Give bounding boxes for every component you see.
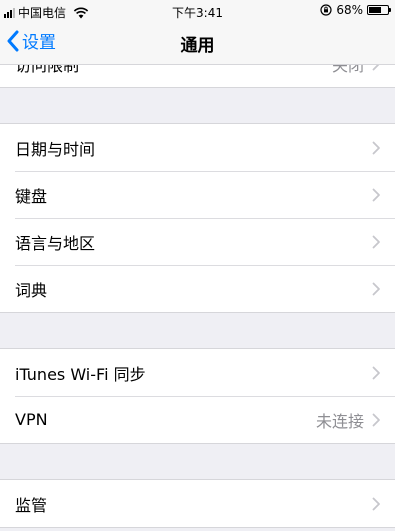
settings-list[interactable]: 访问限制 关闭 日期与时间 键盘 语言与地区 词典 iTunes Wi-Fi 同…	[0, 64, 395, 531]
chevron-right-icon	[372, 188, 380, 201]
chevron-right-icon	[372, 413, 380, 426]
status-right: 68%	[320, 3, 391, 17]
row-label: 语言与地区	[15, 233, 96, 253]
settings-row-restrictions[interactable]: 访问限制 关闭	[0, 64, 395, 87]
navigation-bar: 设置 通用	[0, 22, 395, 65]
row-label: 访问限制	[15, 64, 80, 75]
chevron-right-icon	[372, 497, 380, 510]
row-label: 监管	[15, 495, 48, 515]
row-label: 词典	[15, 280, 48, 300]
settings-row-supervision[interactable]: 监管	[0, 480, 395, 527]
chevron-right-icon	[372, 282, 380, 295]
battery-fill	[369, 7, 382, 13]
settings-row-vpn[interactable]: VPN 未连接	[0, 396, 395, 443]
battery-percent: 68%	[336, 3, 363, 17]
row-label: VPN	[15, 410, 48, 429]
settings-row-language-region[interactable]: 语言与地区	[0, 218, 395, 265]
rotation-lock-icon	[320, 4, 332, 16]
settings-row-date-time[interactable]: 日期与时间	[0, 124, 395, 171]
settings-group-locale: 日期与时间 键盘 语言与地区 词典	[0, 123, 395, 313]
settings-group-restrictions: 访问限制 关闭	[0, 64, 395, 88]
row-label: 键盘	[15, 186, 48, 206]
row-label: iTunes Wi-Fi 同步	[15, 364, 146, 384]
settings-row-itunes-wifi-sync[interactable]: iTunes Wi-Fi 同步	[0, 349, 395, 396]
battery-icon	[367, 5, 391, 15]
settings-scroll: 访问限制 关闭 日期与时间 键盘 语言与地区 词典 iTunes Wi-Fi 同…	[0, 64, 395, 528]
settings-group-sync: iTunes Wi-Fi 同步 VPN 未连接	[0, 348, 395, 444]
chevron-right-icon	[372, 235, 380, 248]
settings-row-dictionary[interactable]: 词典	[0, 265, 395, 312]
chevron-right-icon	[372, 366, 380, 379]
row-value: 未连接	[315, 411, 364, 431]
settings-group-supervision: 监管	[0, 479, 395, 528]
settings-row-keyboard[interactable]: 键盘	[0, 171, 395, 218]
page-title: 通用	[180, 36, 215, 56]
row-label: 日期与时间	[15, 139, 96, 159]
status-bar: 中国电信 下午3:41 68%	[0, 0, 395, 22]
chevron-right-icon	[372, 141, 380, 154]
row-value: 关闭	[331, 64, 364, 75]
